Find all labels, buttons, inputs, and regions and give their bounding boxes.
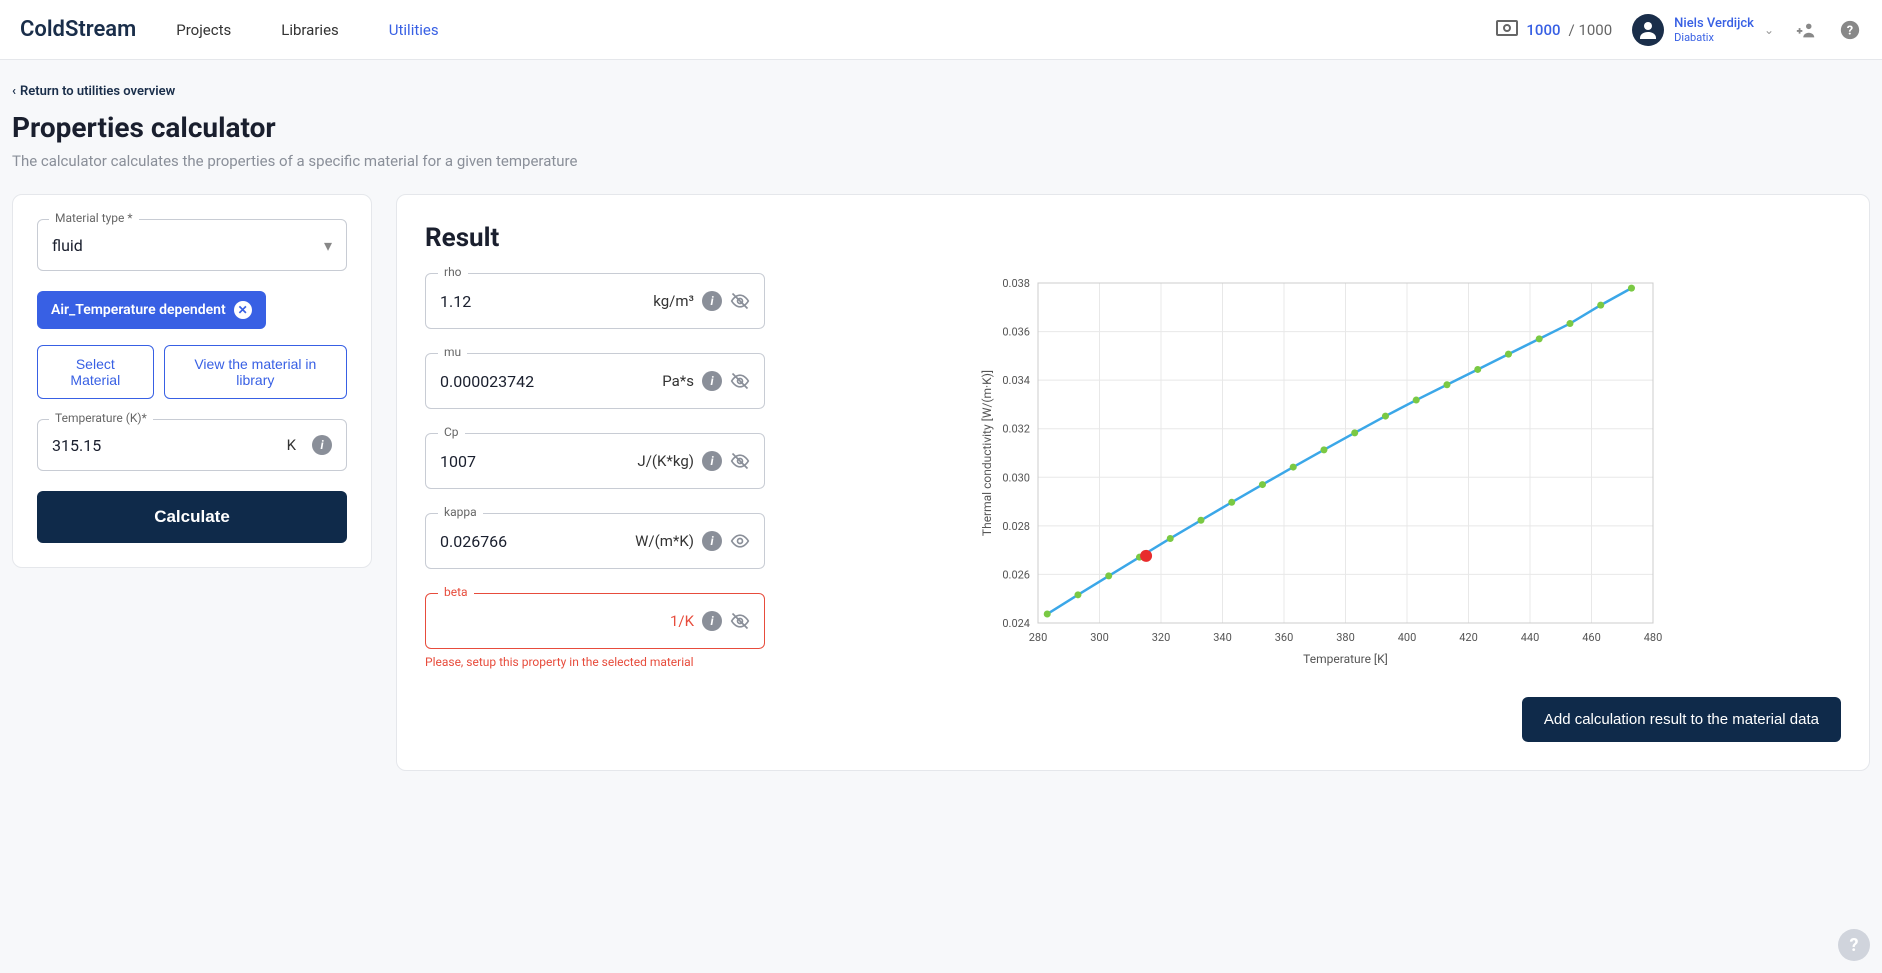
svg-text:0.032: 0.032 bbox=[1002, 423, 1030, 436]
user-org: Diabatix bbox=[1674, 31, 1754, 44]
info-icon[interactable]: i bbox=[702, 291, 722, 311]
credits-display: 1000 / 1000 bbox=[1496, 20, 1612, 40]
svg-text:440: 440 bbox=[1521, 631, 1540, 644]
rho-value: 1.12 bbox=[440, 292, 471, 311]
material-type-label: Material type * bbox=[49, 211, 139, 225]
svg-text:Temperature [K]: Temperature [K] bbox=[1303, 652, 1388, 666]
eye-off-icon[interactable] bbox=[730, 611, 750, 631]
nav-utilities[interactable]: Utilities bbox=[389, 21, 439, 39]
svg-text:380: 380 bbox=[1336, 631, 1355, 644]
temperature-label: Temperature (K)* bbox=[49, 411, 153, 425]
help-fab[interactable]: ? bbox=[1838, 929, 1870, 961]
svg-text:0.024: 0.024 bbox=[1002, 617, 1030, 630]
back-link[interactable]: ‹ Return to utilities overview bbox=[12, 84, 175, 99]
result-panel: Result rho 1.12 kg/m³ i mu 0.00002 bbox=[396, 194, 1870, 771]
svg-text:340: 340 bbox=[1213, 631, 1232, 644]
mu-field: mu 0.000023742 Pa*s i bbox=[425, 353, 765, 409]
chevron-down-icon: ⌄ bbox=[1764, 23, 1774, 37]
svg-text:300: 300 bbox=[1090, 631, 1109, 644]
svg-text:0.034: 0.034 bbox=[1002, 374, 1030, 387]
temperature-input[interactable]: 315.15 K i bbox=[37, 419, 347, 471]
svg-text:460: 460 bbox=[1582, 631, 1601, 644]
chevron-left-icon: ‹ bbox=[12, 84, 16, 99]
view-library-button[interactable]: View the material in library bbox=[164, 345, 347, 399]
calculate-button[interactable]: Calculate bbox=[37, 491, 347, 543]
svg-text:0.038: 0.038 bbox=[1002, 277, 1030, 290]
svg-text:0.026: 0.026 bbox=[1002, 568, 1030, 581]
rho-field: rho 1.12 kg/m³ i bbox=[425, 273, 765, 329]
eye-off-icon[interactable] bbox=[730, 451, 750, 471]
svg-text:0.030: 0.030 bbox=[1002, 471, 1030, 484]
add-result-button[interactable]: Add calculation result to the material d… bbox=[1522, 697, 1841, 742]
svg-text:?: ? bbox=[1847, 23, 1853, 38]
chart: 280 300 320 340 360 380 400 420 440 460 480 0.024 0.… bbox=[805, 273, 1841, 673]
svg-text:420: 420 bbox=[1459, 631, 1478, 644]
kappa-value: 0.026766 bbox=[440, 532, 507, 551]
svg-text:480: 480 bbox=[1644, 631, 1663, 644]
info-icon[interactable]: i bbox=[312, 435, 332, 455]
nav-libraries[interactable]: Libraries bbox=[281, 21, 339, 39]
user-menu[interactable]: Niels Verdijck Diabatix ⌄ bbox=[1632, 14, 1774, 46]
credits-icon bbox=[1496, 20, 1518, 40]
nav-projects[interactable]: Projects bbox=[176, 21, 231, 39]
beta-error: Please, setup this property in the selec… bbox=[425, 655, 765, 669]
material-type-select[interactable]: fluid ▾ bbox=[37, 219, 347, 271]
help-icon[interactable]: ? bbox=[1838, 18, 1862, 42]
app-header: ColdStream Projects Libraries Utilities … bbox=[0, 0, 1882, 60]
eye-icon[interactable] bbox=[730, 531, 750, 551]
user-name: Niels Verdijck bbox=[1674, 16, 1754, 31]
cp-value: 1007 bbox=[440, 452, 476, 471]
svg-text:0.036: 0.036 bbox=[1002, 326, 1030, 339]
svg-text:360: 360 bbox=[1275, 631, 1294, 644]
logo: ColdStream bbox=[20, 17, 136, 42]
avatar bbox=[1632, 14, 1664, 46]
page-title: Properties calculator bbox=[12, 111, 1870, 144]
info-icon[interactable]: i bbox=[702, 531, 722, 551]
svg-text:320: 320 bbox=[1152, 631, 1171, 644]
result-title: Result bbox=[425, 223, 1841, 253]
select-material-button[interactable]: Select Material bbox=[37, 345, 154, 399]
add-user-icon[interactable] bbox=[1794, 18, 1818, 42]
cp-field: Cp 1007 J/(K*kg) i bbox=[425, 433, 765, 489]
mu-value: 0.000023742 bbox=[440, 372, 534, 391]
credits-used: 1000 bbox=[1526, 21, 1560, 39]
page-subtitle: The calculator calculates the properties… bbox=[12, 152, 1870, 170]
main-nav: Projects Libraries Utilities bbox=[176, 21, 438, 39]
material-chip: Air_Temperature dependent ✕ bbox=[37, 291, 266, 329]
svg-text:Thermal conductivity [W/(m·K)]: Thermal conductivity [W/(m·K)] bbox=[980, 370, 994, 536]
svg-text:280: 280 bbox=[1029, 631, 1048, 644]
chip-remove-icon[interactable]: ✕ bbox=[234, 301, 252, 319]
info-icon[interactable]: i bbox=[702, 451, 722, 471]
beta-field: beta 1/K i bbox=[425, 593, 765, 649]
info-icon[interactable]: i bbox=[702, 611, 722, 631]
eye-off-icon[interactable] bbox=[730, 291, 750, 311]
info-icon[interactable]: i bbox=[702, 371, 722, 391]
eye-off-icon[interactable] bbox=[730, 371, 750, 391]
svg-text:400: 400 bbox=[1398, 631, 1417, 644]
input-panel: Material type * fluid ▾ Air_Temperature … bbox=[12, 194, 372, 568]
kappa-field: kappa 0.026766 W/(m*K) i bbox=[425, 513, 765, 569]
svg-text:0.028: 0.028 bbox=[1002, 520, 1030, 533]
chevron-down-icon: ▾ bbox=[324, 236, 332, 255]
